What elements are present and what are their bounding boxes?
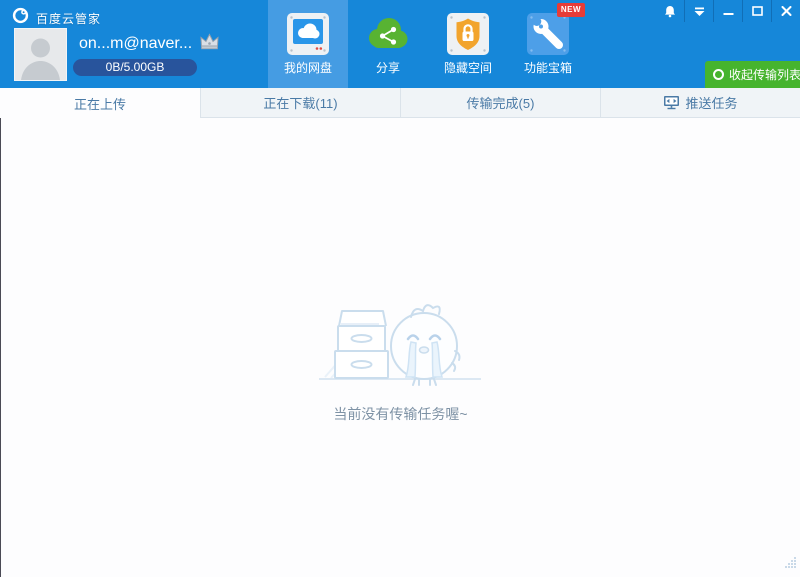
nav-toolbox[interactable]: 功能宝箱 NEW [508,0,588,88]
transfer-tabbar: 正在上传 正在下载(11) 传输完成(5) 推送任务 [0,88,800,118]
crown-icon [199,33,220,55]
empty-state: 当前没有传输任务喔~ [1,293,800,424]
app-logo-icon [12,7,29,29]
window-controls [655,0,800,22]
tab-label: 正在上传 [74,94,126,113]
shield-lock-icon [446,12,490,56]
collapse-button-label: 收起传输列表 [729,66,800,83]
nav-hidden-space[interactable]: 隐藏空间 [428,0,508,88]
tab-push-tasks[interactable]: 推送任务 [600,88,800,118]
nav-label: 隐藏空间 [428,59,508,76]
new-badge: NEW [557,3,585,17]
tab-completed[interactable]: 传输完成(5) [400,88,600,118]
app-window: 百度云管家 [0,0,800,577]
user-email-row: on...m@naver... [79,33,220,55]
bell-icon[interactable] [655,0,684,22]
empty-message: 当前没有传输任务喔~ [1,404,800,424]
nav-label: 我的网盘 [268,59,348,76]
close-button[interactable] [771,0,800,22]
collapse-transfer-list-button[interactable]: 收起传输列表 [705,61,800,88]
nav-share[interactable]: 分享 [348,0,428,88]
nav-label: 功能宝箱 [508,59,588,76]
app-title: 百度云管家 [36,10,101,27]
menu-arrow-icon[interactable] [684,0,713,22]
user-email: on...m@naver... [79,35,192,53]
circle-icon [713,69,724,80]
cloud-monitor-icon [286,12,330,56]
tab-label: 传输完成(5) [467,93,535,112]
push-monitor-icon [663,95,680,110]
tab-label: 正在下载(11) [263,93,337,112]
nav-label: 分享 [348,59,428,76]
share-cloud-icon [366,12,410,56]
app-header: 百度云管家 [0,0,800,88]
main-nav: 我的网盘 分享 [268,0,588,88]
user-avatar[interactable] [14,28,67,81]
tab-downloading[interactable]: 正在下载(11) [200,88,400,118]
titlebar: 百度云管家 [12,7,101,29]
tab-uploading[interactable]: 正在上传 [0,88,200,118]
maximize-button[interactable] [742,0,771,22]
nav-my-drive[interactable]: 我的网盘 [268,0,348,88]
resize-grip[interactable] [784,556,797,574]
wrench-toolbox-icon [526,12,570,56]
transfer-list-panel: 当前没有传输任务喔~ [0,118,800,577]
storage-quota: 0B/5.00GB [73,59,197,76]
minimize-button[interactable] [713,0,742,22]
tab-label: 推送任务 [685,93,737,112]
crying-bird-illustration [1,293,800,398]
